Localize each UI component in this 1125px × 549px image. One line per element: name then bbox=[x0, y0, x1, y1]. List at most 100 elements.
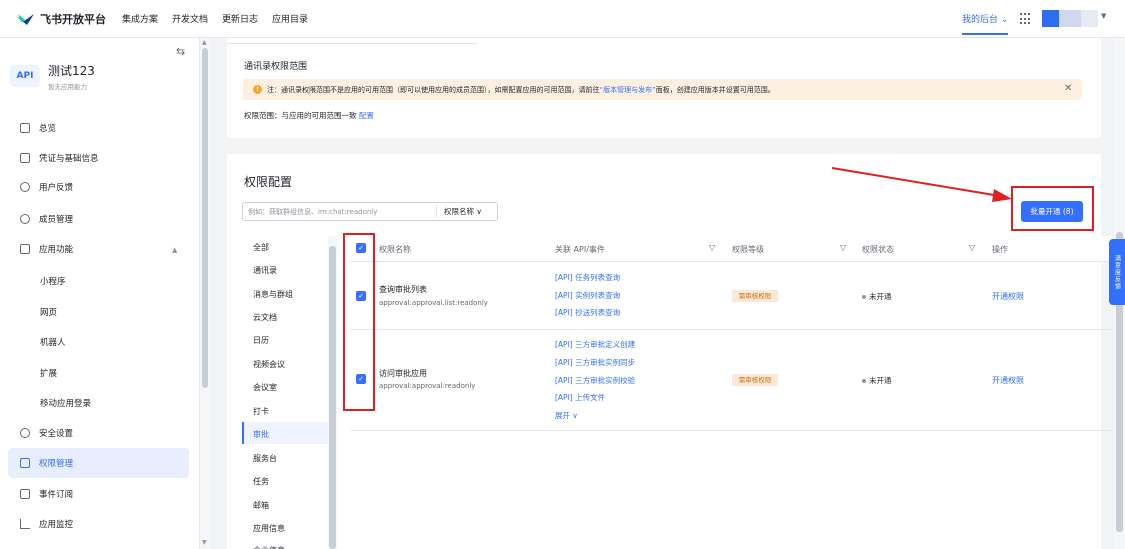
sidebar-item-bot[interactable]: 机器人 bbox=[40, 336, 66, 348]
app-icon: API bbox=[10, 65, 40, 87]
active-nav-underline bbox=[962, 33, 1008, 35]
sidebar-item-label: 总览 bbox=[39, 122, 56, 134]
nav-docs[interactable]: 开发文档 bbox=[172, 12, 208, 25]
brand-logo[interactable]: 飞书开放平台 bbox=[15, 11, 106, 27]
sidebar-item-label: 凭证与基础信息 bbox=[39, 152, 99, 164]
sidebar-item-label: 成员管理 bbox=[39, 213, 73, 225]
annotation-arrow-icon bbox=[830, 165, 1015, 205]
notice-text-part: 面板，创建应用版本并设置可用范围。 bbox=[656, 86, 775, 94]
category-active-bar bbox=[242, 422, 244, 444]
category-approval[interactable]: 审批 bbox=[253, 429, 269, 440]
scroll-up-arrow-icon[interactable]: ▲ bbox=[202, 39, 207, 46]
credential-icon bbox=[20, 153, 30, 163]
category-video-meeting[interactable]: 视频会议 bbox=[253, 359, 285, 370]
sidebar-item-monitoring[interactable]: 应用监控 bbox=[20, 517, 73, 531]
user-menu-caret-icon[interactable]: ▼ bbox=[1101, 12, 1106, 20]
col-related-api: 关联 API/事件 bbox=[555, 244, 605, 255]
my-backend-link[interactable]: 我的后台 ⌄ bbox=[962, 12, 1008, 25]
card-top-tab bbox=[227, 38, 477, 44]
sidebar-item-overview[interactable]: 总览 bbox=[20, 121, 56, 135]
member-icon bbox=[20, 214, 30, 224]
annotation-box-checkboxes bbox=[343, 233, 375, 411]
close-icon[interactable]: ✕ bbox=[1064, 83, 1072, 94]
sidebar-item-app-features[interactable]: 应用功能 bbox=[20, 242, 73, 256]
collapse-sidebar-icon[interactable]: ⇆ bbox=[176, 45, 185, 58]
sidebar-item-extension[interactable]: 扩展 bbox=[40, 367, 57, 379]
home-icon bbox=[20, 123, 30, 133]
category-docs[interactable]: 云文档 bbox=[253, 312, 277, 323]
event-icon bbox=[20, 489, 30, 499]
api-link[interactable]: [API] 任务列表查询 bbox=[555, 272, 620, 283]
top-nav: 集成方案 开发文档 更新日志 应用目录 bbox=[122, 12, 308, 25]
category-contacts[interactable]: 通讯录 bbox=[253, 265, 277, 276]
search-input[interactable]: 例如：获取群组信息、im:chat:readonly bbox=[248, 207, 377, 217]
nav-app-directory[interactable]: 应用目录 bbox=[272, 12, 308, 25]
nav-solutions[interactable]: 集成方案 bbox=[122, 12, 158, 25]
api-link[interactable]: [API] 三方审批实例校验 bbox=[555, 375, 635, 386]
sidebar-item-mobile-login[interactable]: 移动应用登录 bbox=[40, 397, 91, 409]
app-subtitle: 暂无应用能力 bbox=[48, 81, 87, 91]
sidebar-item-security[interactable]: 安全设置 bbox=[20, 426, 73, 440]
category-all[interactable]: 全部 bbox=[253, 242, 269, 253]
category-messaging[interactable]: 消息与群组 bbox=[253, 289, 293, 300]
category-attendance[interactable]: 打卡 bbox=[253, 406, 269, 417]
sidebar-item-members[interactable]: 成员管理 bbox=[20, 212, 73, 226]
api-link[interactable]: [API] 实例列表查询 bbox=[555, 290, 620, 301]
sidebar-item-webpage[interactable]: 网页 bbox=[40, 306, 57, 318]
sidebar-scroll-thumb[interactable] bbox=[202, 48, 208, 388]
chevron-up-icon[interactable]: ▲ bbox=[172, 246, 177, 254]
category-company-info[interactable]: 企业信息 bbox=[253, 545, 285, 549]
top-bar: 飞书开放平台 集成方案 开发文档 更新日志 应用目录 我的后台 ⌄ bbox=[0, 0, 1125, 38]
satisfaction-feedback-tab[interactable]: 满意度反馈 bbox=[1109, 239, 1125, 305]
api-link[interactable]: [API] 三方审批实例同步 bbox=[555, 357, 635, 368]
permission-code: approval:approval:readonly bbox=[379, 382, 475, 390]
sidebar-item-user-feedback[interactable]: 用户反馈 bbox=[20, 180, 73, 194]
col-actions: 操作 bbox=[992, 244, 1008, 255]
enable-permission-link[interactable]: 开通权限 bbox=[992, 291, 1024, 302]
permission-code: approval:approval.list:readonly bbox=[379, 299, 488, 307]
category-meeting-room[interactable]: 会议室 bbox=[253, 382, 277, 393]
app-name: 测试123 bbox=[48, 62, 95, 79]
scope-label: 权限范围：与应用的可用范围一致 bbox=[244, 111, 357, 120]
brand-name: 飞书开放平台 bbox=[40, 11, 106, 27]
sidebar-item-label: 用户反馈 bbox=[39, 181, 73, 193]
status-badge: 未开通 bbox=[862, 375, 892, 386]
version-release-link[interactable]: “版本管理与发布” bbox=[600, 86, 656, 94]
configure-link[interactable]: 配置 bbox=[359, 111, 374, 120]
row-divider bbox=[350, 329, 1112, 330]
search-divider bbox=[436, 205, 437, 218]
status-text: 未开通 bbox=[869, 292, 892, 301]
sidebar-item-credentials[interactable]: 凭证与基础信息 bbox=[20, 151, 99, 165]
filter-icon[interactable]: ▽ bbox=[709, 243, 715, 252]
category-scroll-thumb[interactable] bbox=[329, 246, 336, 549]
row-divider bbox=[350, 430, 1112, 431]
sidebar-item-label: 事件订阅 bbox=[39, 488, 73, 500]
category-tasks[interactable]: 任务 bbox=[253, 476, 269, 487]
sidebar-item-permissions[interactable]: 权限管理 bbox=[20, 456, 73, 470]
enable-permission-link[interactable]: 开通权限 bbox=[992, 375, 1024, 386]
sidebar-item-events[interactable]: 事件订阅 bbox=[20, 487, 73, 501]
filter-icon[interactable]: ▽ bbox=[840, 243, 846, 252]
scope-line: 权限范围：与应用的可用范围一致 配置 bbox=[244, 110, 374, 121]
category-app-info[interactable]: 应用信息 bbox=[253, 523, 285, 534]
api-link[interactable]: [API] 抄送列表查询 bbox=[555, 307, 620, 318]
category-mail[interactable]: 邮箱 bbox=[253, 500, 269, 511]
user-avatar[interactable] bbox=[1042, 10, 1098, 27]
sidebar-item-miniprogram[interactable]: 小程序 bbox=[40, 275, 66, 287]
lock-icon bbox=[20, 458, 30, 468]
category-calendar[interactable]: 日历 bbox=[253, 335, 269, 346]
sidebar-item-label: 权限管理 bbox=[39, 457, 73, 469]
api-link[interactable]: [API] 三方审批定义创建 bbox=[555, 339, 635, 350]
batch-enable-button[interactable]: 批量开通 (8) bbox=[1021, 201, 1083, 222]
api-link[interactable]: [API] 上传文件 bbox=[555, 392, 605, 403]
filter-icon[interactable]: ▽ bbox=[969, 243, 975, 252]
notice-text-part: 注：通讯录权限范围不是应用的可用范围（即可以使用应用的成员范围），如需配置应用的… bbox=[267, 86, 600, 94]
apps-grid-icon[interactable] bbox=[1020, 13, 1032, 25]
status-text: 未开通 bbox=[869, 376, 892, 385]
search-field-select[interactable]: 权限名称 ∨ bbox=[444, 206, 482, 217]
category-helpdesk[interactable]: 服务台 bbox=[253, 453, 277, 464]
expand-link[interactable]: 展开 ∨ bbox=[555, 410, 578, 421]
nav-changelog[interactable]: 更新日志 bbox=[222, 12, 258, 25]
scroll-down-arrow-icon[interactable]: ▼ bbox=[202, 539, 207, 546]
permission-name: 查询审批列表 bbox=[379, 284, 427, 295]
